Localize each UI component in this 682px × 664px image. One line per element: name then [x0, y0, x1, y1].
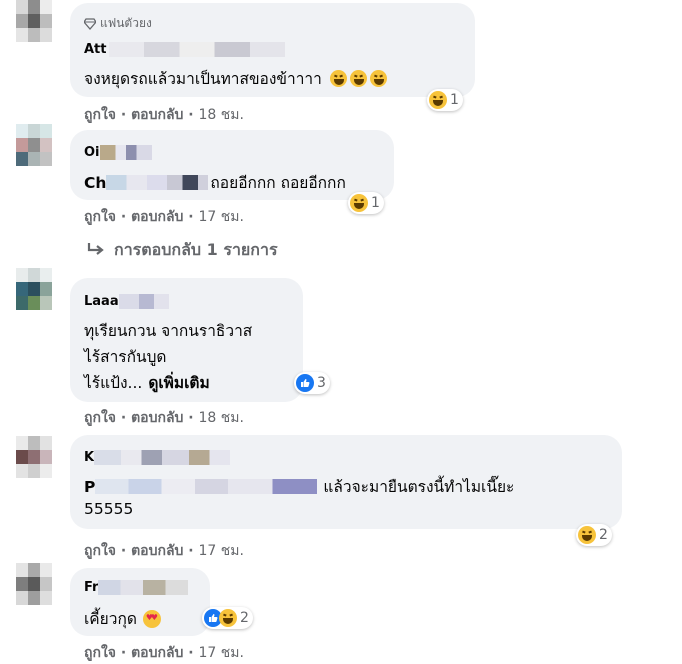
timestamp[interactable]: 17 ชม.: [199, 543, 244, 559]
timestamp[interactable]: 17 ชม.: [199, 209, 244, 225]
like-link[interactable]: ถูกใจ: [84, 107, 116, 123]
name-text: Fr: [84, 580, 99, 595]
comment-actions: ถูกใจ · ตอบกลับ · 18 ชม.: [84, 407, 244, 429]
separator: ·: [188, 410, 194, 426]
diamond-icon: [83, 17, 97, 30]
reaction-count: 2: [240, 610, 249, 626]
reply-link[interactable]: ตอบกลับ: [131, 209, 183, 225]
comment-text: ไร้แป้ง... ดูเพิ่มเติม: [84, 370, 210, 395]
reaction-summary[interactable]: 1: [348, 192, 384, 214]
redacted-text: [106, 175, 209, 190]
redacted-name: [118, 294, 169, 309]
see-more-link[interactable]: ดูเพิ่มเติม: [148, 370, 209, 395]
haha-reaction-icon: [578, 526, 596, 544]
name-text: Laaa: [84, 294, 119, 309]
comment-text: Ch ถอยอีกกก ถอยอีกกก: [84, 173, 346, 193]
redacted-text: [95, 479, 318, 494]
comment-text: P แล้วจะมายืนตรงนี้ทำไมเนี๊ยะ: [84, 477, 515, 497]
laughing-emoji: [329, 70, 387, 87]
comment-actions: ถูกใจ · ตอบกลับ · 18 ชม.: [84, 104, 244, 126]
reaction-summary[interactable]: 3: [294, 372, 330, 394]
comment-text: เคี้ยวกุด: [84, 606, 161, 631]
reaction-summary[interactable]: 1: [427, 89, 463, 111]
commenter-name[interactable]: Fr: [84, 580, 189, 595]
badge-label: แฟนตัวยง: [100, 16, 152, 30]
haha-reaction-icon: [219, 609, 237, 627]
reaction-count: 1: [371, 195, 380, 211]
comment-actions: ถูกใจ · ตอบกลับ · 17 ชม.: [84, 540, 244, 562]
like-link[interactable]: ถูกใจ: [84, 410, 116, 426]
reply-link[interactable]: ตอบกลับ: [131, 410, 183, 426]
separator: ·: [188, 209, 194, 225]
separator: ·: [120, 543, 127, 559]
avatar[interactable]: [16, 124, 52, 180]
top-fan-badge: แฟนตัวยง: [83, 14, 152, 33]
like-link[interactable]: ถูกใจ: [84, 645, 116, 661]
redacted-name: [94, 450, 231, 465]
replies-label: การตอบกลับ 1 รายการ: [114, 240, 278, 259]
comment-actions: ถูกใจ · ตอบกลับ · 17 ชม.: [84, 206, 244, 228]
reply-link[interactable]: ตอบกลับ: [131, 543, 183, 559]
reply-link[interactable]: ตอบกลับ: [131, 107, 183, 123]
reply-arrow-icon: [86, 241, 106, 261]
commenter-name[interactable]: Att: [84, 42, 285, 57]
timestamp[interactable]: 17 ชม.: [199, 645, 244, 661]
name-text: Att: [84, 42, 107, 57]
reaction-count: 1: [450, 92, 459, 108]
separator: ·: [120, 645, 127, 661]
commenter-name[interactable]: K: [84, 450, 231, 465]
commenter-name[interactable]: Laaa: [84, 294, 169, 309]
smiling-hearts-emoji: [142, 609, 161, 628]
avatar[interactable]: [16, 563, 52, 619]
reaction-summary[interactable]: 2: [576, 524, 612, 546]
like-link[interactable]: ถูกใจ: [84, 543, 116, 559]
reply-link[interactable]: ตอบกลับ: [131, 645, 183, 661]
timestamp[interactable]: 18 ชม.: [199, 410, 244, 426]
reaction-summary[interactable]: 2: [202, 607, 253, 629]
haha-reaction-icon: [350, 194, 368, 212]
redacted-name: [108, 42, 285, 57]
comment-text: 55555: [84, 500, 134, 518]
comment-text: จงหยุดรถแล้วมาเป็นทาสของข้าาาา: [84, 66, 387, 91]
timestamp[interactable]: 18 ชม.: [199, 107, 244, 123]
separator: ·: [188, 107, 194, 123]
avatar[interactable]: [16, 0, 52, 56]
name-text: K: [84, 450, 95, 465]
reaction-count: 2: [599, 527, 608, 543]
view-replies-link[interactable]: การตอบกลับ 1 รายการ: [86, 238, 278, 263]
comment-text: ไร้สารกันบูด: [84, 348, 167, 366]
like-link[interactable]: ถูกใจ: [84, 209, 116, 225]
separator: ·: [120, 410, 127, 426]
separator: ·: [188, 645, 194, 661]
redacted-name: [99, 145, 152, 160]
avatar[interactable]: [16, 436, 52, 492]
redacted-name: [98, 580, 189, 595]
separator: ·: [188, 543, 194, 559]
commenter-name[interactable]: Oi: [84, 145, 152, 160]
haha-reaction-icon: [429, 91, 447, 109]
separator: ·: [120, 107, 127, 123]
name-text: Oi: [84, 145, 100, 160]
separator: ·: [120, 209, 127, 225]
avatar[interactable]: [16, 268, 52, 324]
comment-text: ทุเรียนกวน จากนราธิวาส: [84, 322, 253, 340]
like-reaction-icon: [296, 374, 314, 392]
reaction-count: 3: [317, 375, 326, 391]
